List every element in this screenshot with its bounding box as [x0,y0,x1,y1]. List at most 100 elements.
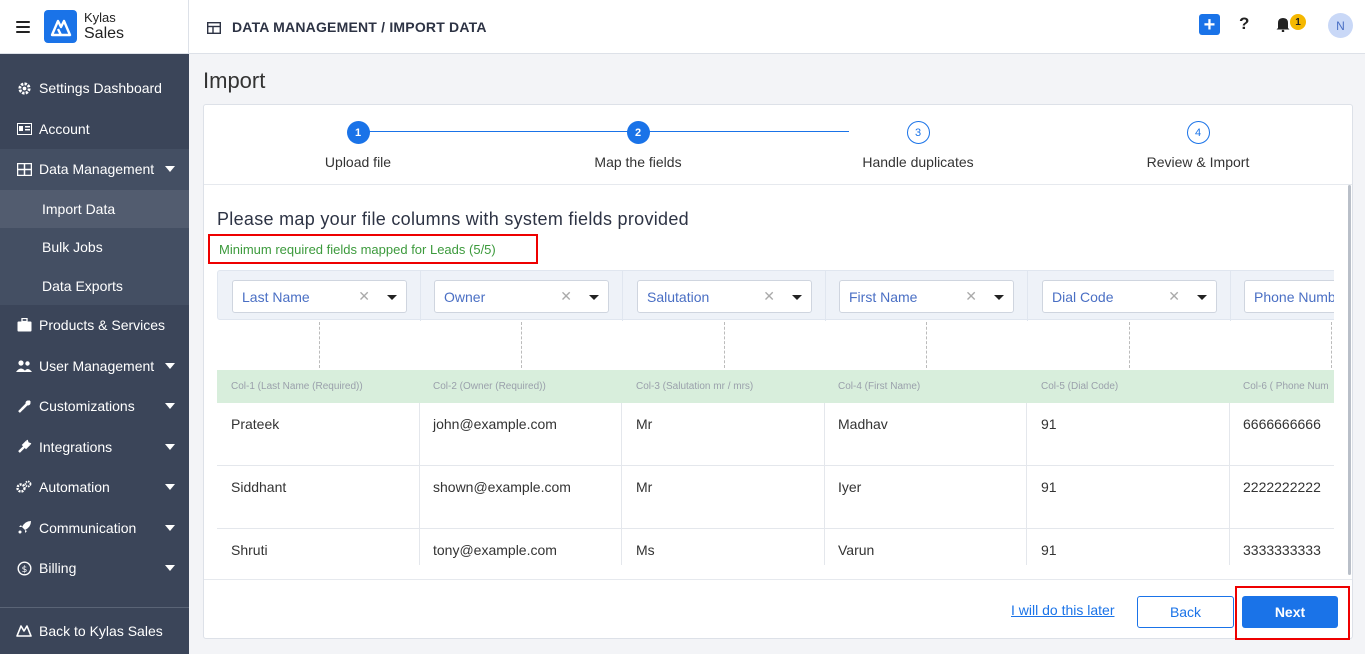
sidebar-item-integrations[interactable]: Integrations [0,427,189,468]
sidebar-item-automation[interactable]: Automation [0,467,189,508]
clear-icon[interactable]: ✕ [560,288,572,305]
quick-add-button[interactable]: + [1199,14,1220,35]
column-header: Col-5 (Dial Code) [1041,381,1119,392]
column-header: Col-2 (Owner (Required)) [433,381,546,392]
brand-line-2: Sales [84,24,125,42]
field-select[interactable]: Dial Code ✕ [1042,280,1217,313]
clear-icon[interactable]: ✕ [1168,288,1180,305]
table-cell: Iyer [838,479,862,495]
avatar[interactable]: N [1328,13,1353,38]
step-label: Handle duplicates [862,154,974,170]
chevron-down-icon[interactable] [1197,295,1207,300]
table-cell: 6666666666 [1243,416,1321,432]
sidebar-item-label: Customizations [39,398,135,415]
sidebar: Kylas Sales Settings Dashboard Account D… [0,0,189,654]
chevron-down-icon [165,484,175,491]
step-label: Upload file [324,154,392,170]
connector-line [926,322,927,368]
sidebar-item-account[interactable]: Account [0,109,189,150]
field-select[interactable]: First Name ✕ [839,280,1014,313]
chevron-down-icon [165,443,175,450]
kylas-logo-icon [16,623,32,639]
cogs-icon [16,479,32,495]
clear-icon[interactable]: ✕ [358,288,370,305]
table-cell: Mr [636,479,653,495]
step-number: 3 [906,121,930,144]
chevron-down-icon[interactable] [792,295,802,300]
field-select-value: Salutation [647,288,710,305]
chevron-down-icon [165,403,175,410]
sidebar-item-billing[interactable]: $ Billing [0,548,189,589]
sidebar-item-settings-dashboard[interactable]: Settings Dashboard [0,68,189,109]
sidebar-item-customizations[interactable]: Customizations [0,386,189,427]
bell-icon[interactable] [1275,16,1291,33]
brand-bar: Kylas Sales [0,0,189,54]
hamburger-menu-icon[interactable] [16,20,30,33]
back-to-kylas-link[interactable]: Back to Kylas Sales [0,607,189,654]
table-cell: Shruti [231,542,268,558]
briefcase-icon [16,317,32,333]
help-icon[interactable]: ? [1239,14,1249,34]
chevron-down-icon[interactable] [589,295,599,300]
sidebar-subitem-bulk-jobs[interactable]: Bulk Jobs [0,228,189,267]
sidebar-item-label: Data Management [39,161,155,178]
table-cell: tony@example.com [433,542,557,558]
import-stepper: 1 Upload file 2 Map the fields 3 Handle … [204,105,1352,185]
field-select-value: First Name [849,288,918,305]
field-select-value: Owner [444,288,486,305]
column-divider [1027,271,1028,321]
field-select[interactable]: Owner ✕ [434,280,609,313]
breadcrumb-text: DATA MANAGEMENT / IMPORT DATA [232,18,487,35]
vertical-scrollbar[interactable] [1348,185,1351,575]
do-later-link[interactable]: I will do this later [1011,602,1114,618]
field-select[interactable]: Last Name ✕ [232,280,407,313]
sidebar-item-user-management[interactable]: User Management [0,346,189,387]
column-divider [622,271,623,321]
sidebar-item-label: Products & Services [39,317,166,334]
connector-line [521,322,522,368]
table-cell: 2222222222 [1243,479,1321,495]
dollar-icon: $ [16,560,32,576]
field-select-value: Dial Code [1052,288,1114,305]
chevron-down-icon [165,524,175,531]
column-header: Col-1 (Last Name (Required)) [231,381,363,392]
table-cell: john@example.com [433,416,557,432]
table-cell: 91 [1041,416,1057,432]
field-select[interactable]: Phone Numb [1244,280,1334,313]
back-button[interactable]: Back [1137,596,1234,628]
step-review-import: 4 Review & Import [1098,121,1298,170]
gear-icon [16,80,32,96]
step-upload-file: 1 Upload file [258,121,458,170]
sidebar-item-label: Billing [39,560,77,577]
required-fields-message: Minimum required fields mapped for Leads… [208,234,538,264]
sidebar-item-communication[interactable]: Communication [0,508,189,549]
column-header: Col-3 (Salutation mr / mrs) [636,381,754,392]
step-map-fields: 2 Map the fields [538,121,738,170]
table-row: Siddhant shown@example.com Mr Iyer 91 22… [217,466,1334,529]
field-select[interactable]: Salutation ✕ [637,280,812,313]
sidebar-item-products-services[interactable]: Products & Services [0,305,189,346]
next-button[interactable]: Next [1242,596,1338,628]
mapping-scroll-area[interactable]: Last Name ✕ Owner ✕ Salutation ✕ First N… [217,270,1334,565]
file-columns-header: Col-1 (Last Name (Required)) Col-2 (Owne… [217,370,1334,403]
connector-line [724,322,725,368]
table-cell: Madhav [838,416,888,432]
table-icon [16,161,32,177]
table-row: Shruti tony@example.com Ms Varun 91 3333… [217,529,1334,565]
step-number: 1 [346,121,370,144]
connector-line [1129,322,1130,368]
field-mapping-row: Last Name ✕ Owner ✕ Salutation ✕ First N… [217,270,1334,321]
sidebar-subitem-import-data[interactable]: Import Data [0,189,189,228]
sidebar-item-label: Account [39,120,90,137]
sidebar-item-data-management[interactable]: Data Management [0,149,189,190]
step-number: 2 [626,121,650,144]
sidebar-subitem-data-exports[interactable]: Data Exports [0,266,189,305]
column-divider [825,271,826,321]
tools-icon [16,398,32,414]
chevron-down-icon[interactable] [994,295,1004,300]
chevron-down-icon[interactable] [387,295,397,300]
clear-icon[interactable]: ✕ [763,288,775,305]
connector-line [1331,322,1332,368]
sidebar-item-label: Integrations [39,438,113,455]
clear-icon[interactable]: ✕ [965,288,977,305]
